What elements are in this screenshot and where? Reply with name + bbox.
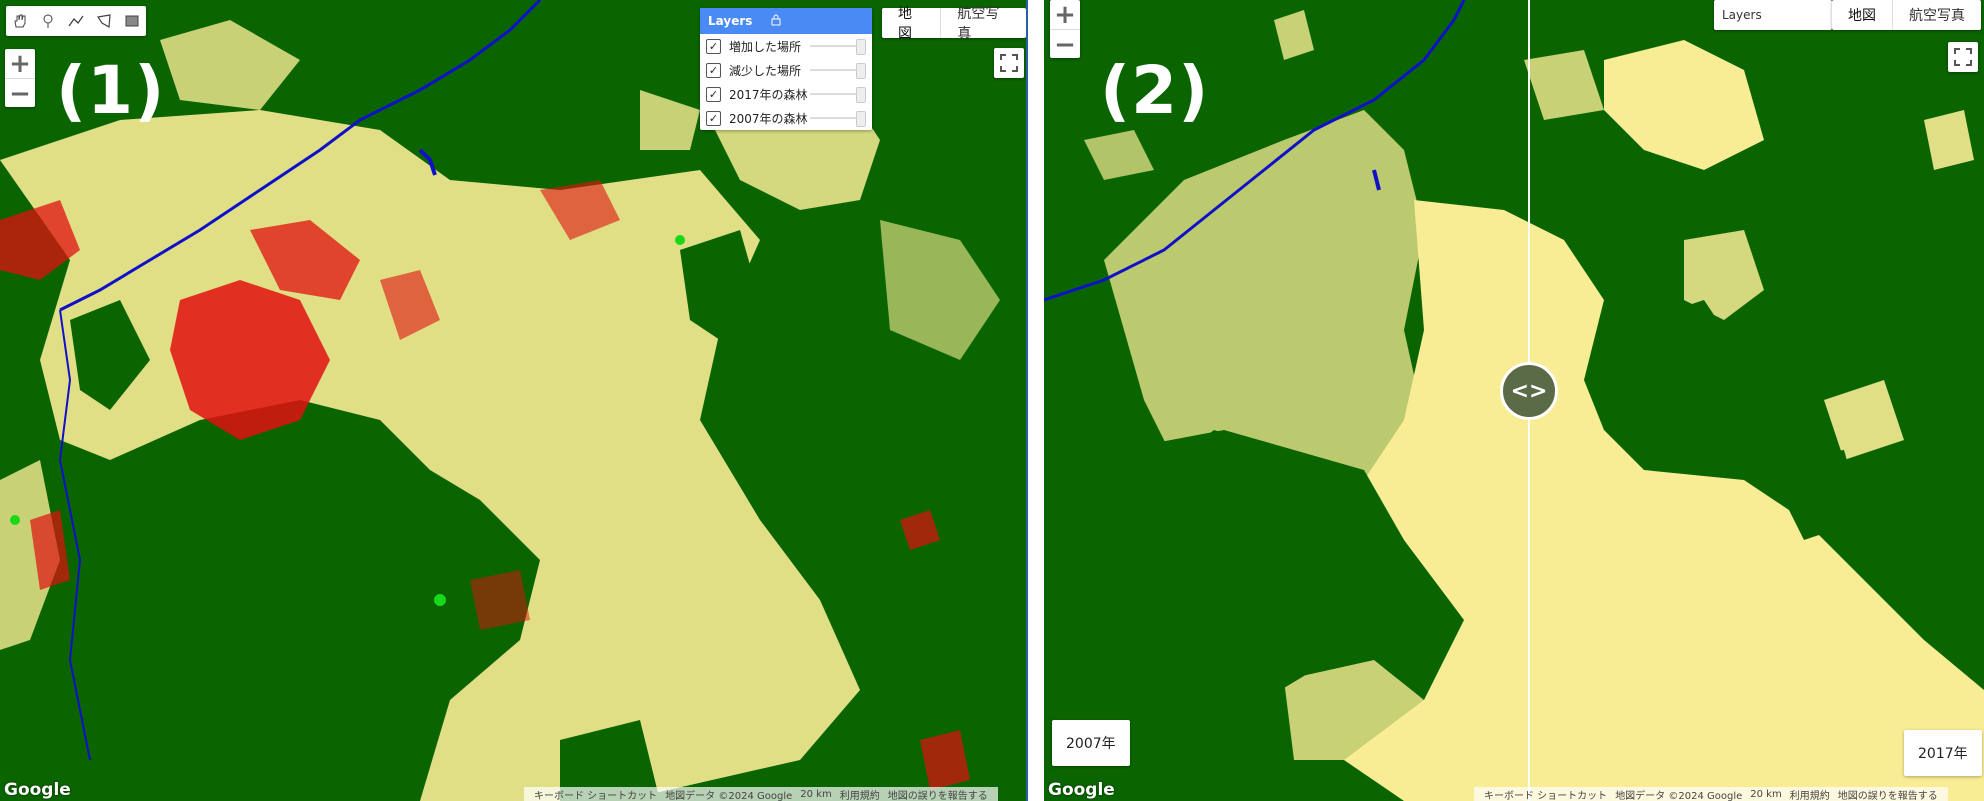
layer-label: 2017年の森林 — [729, 87, 808, 102]
polygon-icon[interactable] — [90, 6, 118, 36]
layer-label: 増加した場所 — [729, 39, 802, 54]
checkbox-checked[interactable]: ✓ — [706, 86, 721, 102]
terms-link[interactable]: 利用規約 — [1790, 787, 1830, 801]
layer-label: 2007年の森林 — [729, 111, 808, 126]
layers-button-label: Layers — [1722, 8, 1762, 22]
scale-text[interactable]: 20 km — [1750, 789, 1781, 800]
layers-title: Layers — [708, 14, 753, 28]
map-type-control: 地図 航空写真 — [1832, 0, 1981, 30]
panel-label: (1) — [56, 52, 166, 129]
zoom-control: + − — [1050, 0, 1080, 60]
layer-row-gain[interactable]: ✓ 増加した場所 — [700, 34, 872, 58]
google-logo: Google — [1048, 780, 1115, 800]
attribution-bar: キーボード ショートカット 地図データ ©2024 Google 20 km 利… — [524, 787, 998, 801]
keyboard-shortcuts-link[interactable]: キーボード ショートカット — [1484, 787, 1607, 801]
fullscreen-button[interactable] — [994, 48, 1024, 78]
swipe-handle[interactable]: <> — [1500, 362, 1558, 420]
swipe-arrows-icon: <> — [1510, 378, 1548, 404]
checkbox-checked[interactable]: ✓ — [706, 38, 721, 54]
zoom-out-button[interactable]: − — [5, 78, 35, 109]
map-data-text: 地図データ ©2024 Google — [665, 790, 793, 801]
opacity-slider[interactable] — [810, 63, 866, 79]
checkbox-checked[interactable]: ✓ — [706, 110, 721, 126]
opacity-slider[interactable] — [810, 87, 866, 103]
layers-panel: Layers ✓ 増加した場所 ✓ 減少した場所 ✓ 2017年の森林 ✓ 20… — [700, 8, 872, 130]
google-logo: Google — [4, 780, 71, 800]
zoom-in-button[interactable]: + — [5, 49, 35, 79]
zoom-control: + − — [5, 49, 35, 109]
attribution-bar: キーボード ショートカット 地図データ ©2024 Google 20 km 利… — [1474, 787, 1948, 801]
map-type-map-button[interactable]: 地図 — [1832, 0, 1892, 30]
report-error-link[interactable]: 地図の誤りを報告する — [1838, 787, 1938, 801]
scale-text[interactable]: 20 km — [800, 789, 831, 800]
zoom-out-button[interactable]: − — [1050, 29, 1080, 60]
left-year-label: 2007年 — [1052, 720, 1130, 766]
pin-icon[interactable] — [34, 6, 62, 36]
drawing-toolbar — [6, 6, 146, 36]
map-data-text: 地図データ ©2024 Google — [1615, 790, 1743, 801]
line-icon[interactable] — [62, 6, 90, 36]
keyboard-shortcuts-link[interactable]: キーボード ショートカット — [534, 787, 657, 801]
layer-label: 減少した場所 — [729, 63, 802, 78]
map-type-map-button[interactable]: 地図 — [882, 6, 940, 42]
layer-row-forest-2007[interactable]: ✓ 2007年の森林 — [700, 106, 872, 130]
rectangle-icon[interactable] — [118, 6, 146, 36]
opacity-slider[interactable] — [810, 39, 866, 55]
right-year-label: 2017年 — [1904, 730, 1982, 776]
terms-link[interactable]: 利用規約 — [840, 787, 880, 801]
opacity-slider[interactable] — [810, 111, 866, 127]
map-type-satellite-button[interactable]: 航空写真 — [940, 6, 1026, 42]
hand-icon[interactable] — [6, 6, 34, 36]
map-type-control: 地図 航空写真 — [882, 6, 1026, 42]
layer-row-loss[interactable]: ✓ 減少した場所 — [700, 58, 872, 82]
report-error-link[interactable]: 地図の誤りを報告する — [888, 787, 988, 801]
layer-row-forest-2017[interactable]: ✓ 2017年の森林 — [700, 82, 872, 106]
zoom-in-button[interactable]: + — [1050, 0, 1080, 30]
lock-icon[interactable] — [770, 14, 782, 29]
layers-header[interactable]: Layers — [700, 8, 872, 34]
map-panel-1[interactable]: + − (1) Layers ✓ 増加した場所 ✓ 減少した場所 ✓ 2017年… — [0, 0, 1028, 801]
checkbox-checked[interactable]: ✓ — [706, 62, 721, 78]
fullscreen-icon — [1954, 48, 1972, 66]
fullscreen-icon — [1000, 54, 1018, 72]
map-panel-2[interactable]: <> + − (2) Layers 地図 航空写真 2007年 2017年 Go… — [1044, 0, 1984, 801]
panel-label: (2) — [1100, 52, 1210, 129]
layers-button[interactable]: Layers — [1714, 0, 1832, 30]
fullscreen-button[interactable] — [1948, 42, 1978, 72]
map-type-satellite-button[interactable]: 航空写真 — [1892, 0, 1981, 30]
